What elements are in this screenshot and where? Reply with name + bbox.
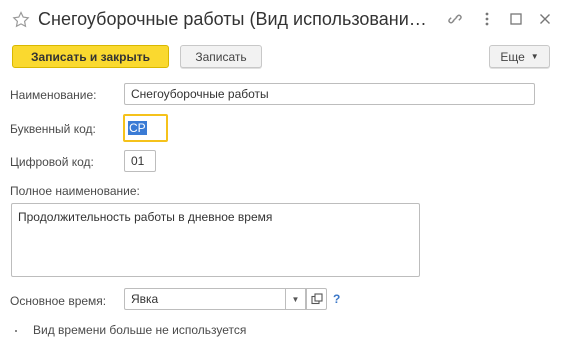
- maximize-icon[interactable]: [507, 10, 525, 28]
- full-name-value: Продолжительность работы в дневное время: [18, 210, 273, 224]
- name-value: Снегоуборочные работы: [131, 87, 269, 101]
- full-name-textarea[interactable]: Продолжительность работы в дневное время: [11, 203, 420, 277]
- name-input[interactable]: Снегоуборочные работы: [124, 83, 535, 105]
- unused-checkbox[interactable]: [9, 324, 23, 338]
- close-icon[interactable]: [536, 10, 554, 28]
- main-time-label: Основное время:: [10, 294, 107, 308]
- save-and-close-button[interactable]: Записать и закрыть: [12, 45, 169, 68]
- letter-code-input[interactable]: СР: [123, 114, 168, 142]
- open-form-icon: [310, 293, 323, 305]
- help-icon[interactable]: ?: [333, 292, 340, 306]
- letter-code-value: СР: [128, 121, 147, 135]
- letter-code-label: Буквенный код:: [10, 122, 96, 136]
- digital-code-value: 01: [131, 154, 145, 168]
- digital-code-label: Цифровой код:: [10, 155, 94, 169]
- window-title: Снегоуборочные работы (Вид использования…: [38, 9, 433, 29]
- full-name-label: Полное наименование:: [10, 184, 140, 198]
- more-button-label: Еще: [500, 49, 525, 64]
- save-button[interactable]: Записать: [180, 45, 262, 68]
- caret-down-icon: ▼: [291, 294, 300, 304]
- open-button[interactable]: [306, 288, 327, 310]
- unused-label: Вид времени больше не используется: [33, 323, 247, 337]
- star-icon[interactable]: [12, 11, 30, 29]
- name-label: Наименование:: [10, 88, 97, 102]
- more-vertical-icon[interactable]: [478, 10, 496, 28]
- main-time-select[interactable]: Явка: [124, 288, 286, 310]
- main-time-value: Явка: [131, 292, 159, 306]
- more-button[interactable]: Еще ▼: [489, 45, 550, 68]
- caret-down-icon: ▼: [530, 52, 539, 61]
- checkbox-indicator: [15, 330, 17, 332]
- link-icon[interactable]: [446, 10, 464, 28]
- dropdown-button[interactable]: ▼: [286, 288, 306, 310]
- digital-code-input[interactable]: 01: [124, 150, 156, 172]
